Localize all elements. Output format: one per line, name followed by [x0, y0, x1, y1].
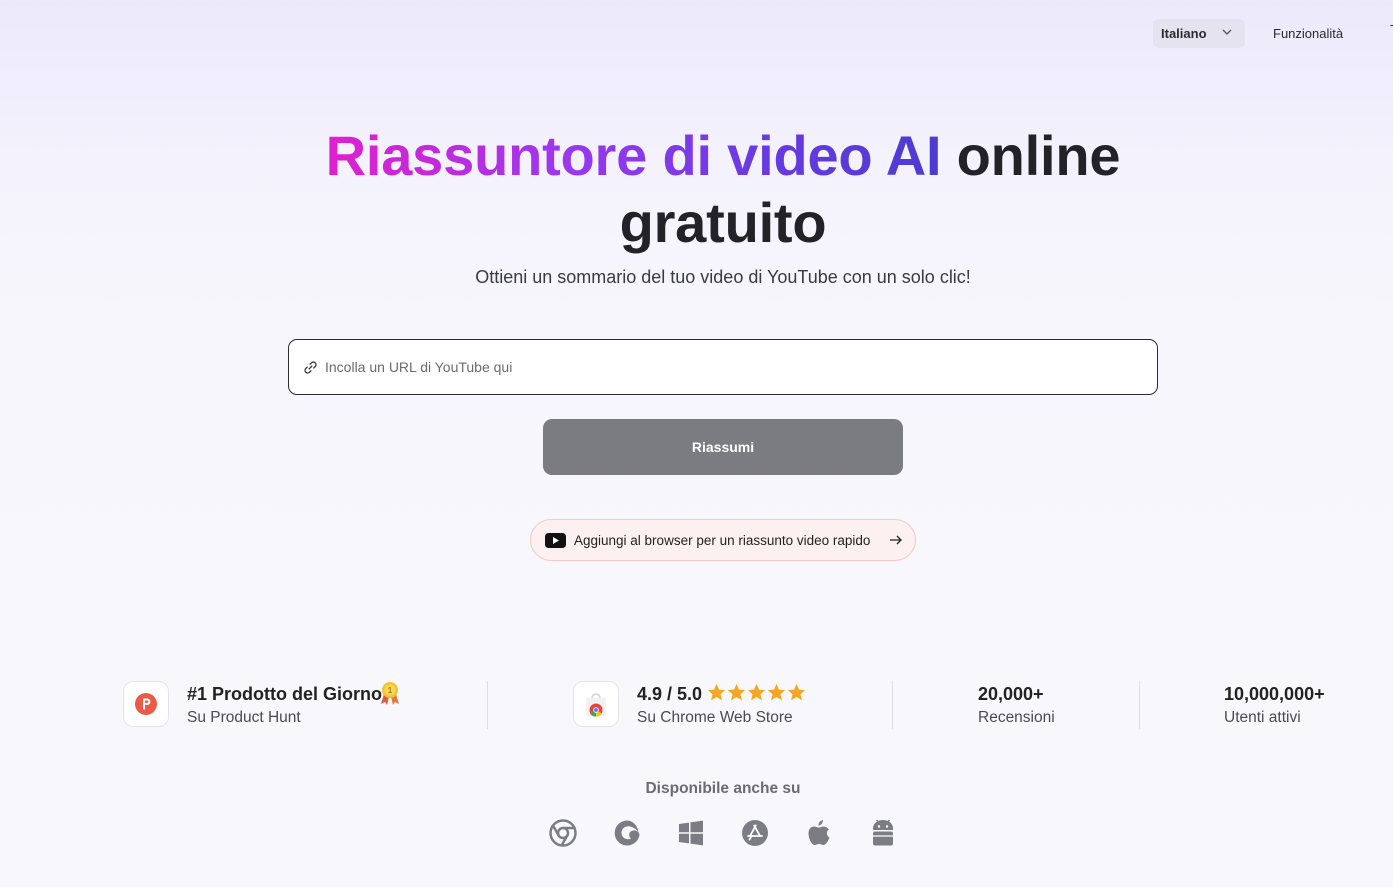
- availability-label: Disponibile anche su: [645, 780, 801, 797]
- chevron-down-icon: [1222, 29, 1232, 35]
- apple-icon: [808, 820, 830, 845]
- product-hunt-logo[interactable]: [123, 681, 169, 727]
- youtube-icon: [545, 533, 566, 548]
- stat-sub: Su Product Hunt: [187, 709, 301, 726]
- extension-cta-text: Aggiungi al browser per un riassunto vid…: [574, 533, 871, 548]
- language-selector[interactable]: Italiano: [1153, 19, 1245, 48]
- youtube-url-input[interactable]: [323, 358, 1127, 376]
- app-store-icon: [742, 820, 768, 846]
- apple-platform-link[interactable]: [805, 819, 833, 847]
- add-extension-button[interactable]: Aggiungi al browser per un riassunto vid…: [530, 519, 916, 561]
- star-icon: [767, 683, 786, 701]
- title-dark-part-2: gratuito: [619, 191, 827, 254]
- edge-platform-link[interactable]: [613, 819, 641, 847]
- rating-stars: [707, 683, 806, 702]
- language-label: Italiano: [1161, 26, 1207, 41]
- product-hunt-icon: [135, 693, 157, 715]
- chrome-icon: [549, 819, 577, 847]
- title-gradient-part: Riassuntore di video AI: [325, 124, 942, 187]
- stat-divider: [892, 681, 893, 729]
- star-icon: [707, 683, 726, 701]
- star-icon: [727, 683, 746, 701]
- chrome-platform-link[interactable]: [549, 819, 577, 847]
- app-store-platform-link[interactable]: [741, 819, 769, 847]
- stat-main: 20,000+: [978, 684, 1044, 704]
- svg-text:1: 1: [388, 686, 393, 695]
- page-title: Riassuntore di video AI online gratuito: [0, 122, 1393, 256]
- stat-sub: Recensioni: [978, 709, 1055, 726]
- stat-main: 10,000,000+: [1224, 684, 1325, 704]
- star-icon: [787, 683, 806, 701]
- android-platform-link[interactable]: [869, 819, 897, 847]
- stat-sub: Utenti attivi: [1224, 709, 1301, 726]
- title-dark-part-1: online: [956, 124, 1121, 187]
- stat-main: #1 Prodotto del Giorno: [187, 684, 383, 704]
- stat-divider: [487, 681, 488, 729]
- summarize-button[interactable]: Riassumi: [543, 419, 903, 475]
- medal-icon: 1: [381, 682, 399, 705]
- android-icon: [873, 819, 893, 846]
- star-icon: [747, 683, 766, 701]
- windows-platform-link[interactable]: [677, 819, 705, 847]
- stat-rating: 4.9 / 5.0: [637, 684, 703, 704]
- chrome-web-store-logo[interactable]: [573, 681, 619, 727]
- link-icon: [304, 361, 317, 374]
- nav-features-link[interactable]: Funzionalità: [1273, 26, 1343, 41]
- chrome-web-store-icon: [586, 693, 606, 717]
- edge-icon: [614, 820, 640, 846]
- stat-sub: Su Chrome Web Store: [637, 709, 793, 726]
- stat-divider: [1139, 681, 1140, 729]
- arrow-right-icon: [890, 535, 902, 545]
- page-subtitle: Ottieni un sommario del tuo video di You…: [475, 267, 971, 287]
- windows-icon: [679, 820, 703, 846]
- url-input-container[interactable]: [288, 339, 1158, 395]
